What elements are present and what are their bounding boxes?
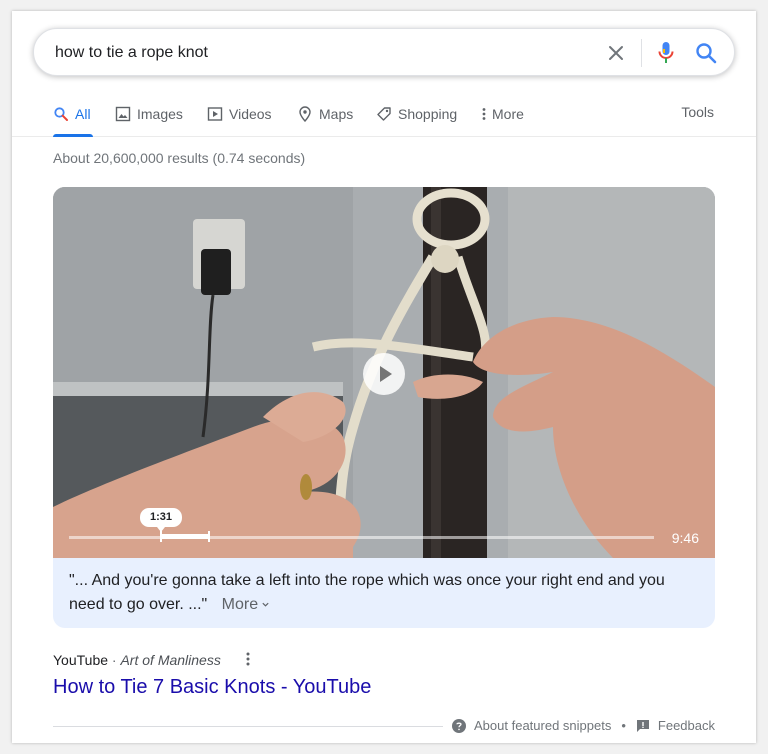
search-results-page: All Images Videos: [12, 11, 756, 743]
chevron-down-icon: [262, 602, 269, 607]
source-site: YouTube: [53, 652, 109, 668]
more-button[interactable]: More: [222, 596, 270, 613]
feedback-icon: [636, 719, 649, 732]
search-tabs: All Images Videos Maps Shopping More Too…: [12, 91, 756, 137]
tab-label: All: [75, 106, 91, 122]
tools-button[interactable]: Tools: [681, 104, 714, 120]
microphone-icon[interactable]: [654, 40, 678, 66]
footer-divider: [53, 726, 443, 727]
about-label: About featured snippets: [474, 718, 612, 733]
more-options-icon[interactable]: [241, 651, 255, 667]
search-input[interactable]: [55, 42, 575, 64]
tab-label: Maps: [319, 106, 354, 122]
segment-start-marker: [160, 531, 162, 542]
active-tab-indicator: [53, 134, 93, 137]
tab-all[interactable]: All: [53, 104, 91, 124]
help-icon: [452, 718, 467, 733]
footer-separator: •: [621, 718, 626, 733]
search-submit-icon[interactable]: [693, 40, 719, 66]
video-icon: [207, 106, 223, 122]
tab-label: Images: [137, 106, 183, 122]
snippet-footer: About featured snippets • Feedback: [452, 718, 715, 733]
snippet-text-box: "... And you're gonna take a left into t…: [53, 558, 715, 628]
snippet-text: "... And you're gonna take a left into t…: [69, 572, 665, 613]
source-channel: Art of Manliness: [120, 652, 221, 668]
tab-label: Shopping: [398, 106, 458, 122]
play-button[interactable]: [363, 353, 405, 395]
tab-more[interactable]: More: [480, 104, 524, 124]
play-icon: [380, 366, 392, 382]
tab-label: Videos: [229, 106, 272, 122]
segment-end-marker: [208, 531, 210, 542]
tab-label: More: [492, 106, 524, 122]
search-bar: [33, 28, 735, 76]
progress-segment: [160, 534, 209, 539]
timestamp-bubble: 1:31: [140, 508, 182, 532]
video-thumbnail[interactable]: 1:31 9:46: [53, 187, 715, 558]
source-separator: ·: [111, 652, 117, 668]
about-featured-snippets-link[interactable]: About featured snippets: [452, 718, 611, 733]
result-title-link[interactable]: How to Tie 7 Basic Knots - YouTube: [53, 676, 371, 699]
more-vertical-icon: [480, 106, 488, 122]
tab-videos[interactable]: Videos: [207, 104, 272, 124]
video-duration: 9:46: [671, 530, 699, 546]
tab-images[interactable]: Images: [115, 104, 183, 124]
more-label: More: [221, 596, 259, 613]
tab-shopping[interactable]: Shopping: [376, 104, 457, 124]
tab-maps[interactable]: Maps: [297, 104, 353, 124]
image-icon: [115, 106, 131, 122]
tag-icon: [376, 106, 392, 122]
feedback-link[interactable]: Feedback: [636, 718, 715, 733]
result-stats: About 20,600,000 results (0.74 seconds): [53, 150, 306, 166]
map-pin-icon: [297, 106, 313, 123]
search-icon: [53, 106, 69, 122]
searchbar-divider: [641, 39, 642, 67]
progress-bar[interactable]: [69, 536, 654, 539]
result-source: YouTube · Art of Manliness: [53, 652, 221, 668]
clear-search-icon[interactable]: [604, 41, 628, 65]
feedback-label: Feedback: [657, 718, 715, 733]
